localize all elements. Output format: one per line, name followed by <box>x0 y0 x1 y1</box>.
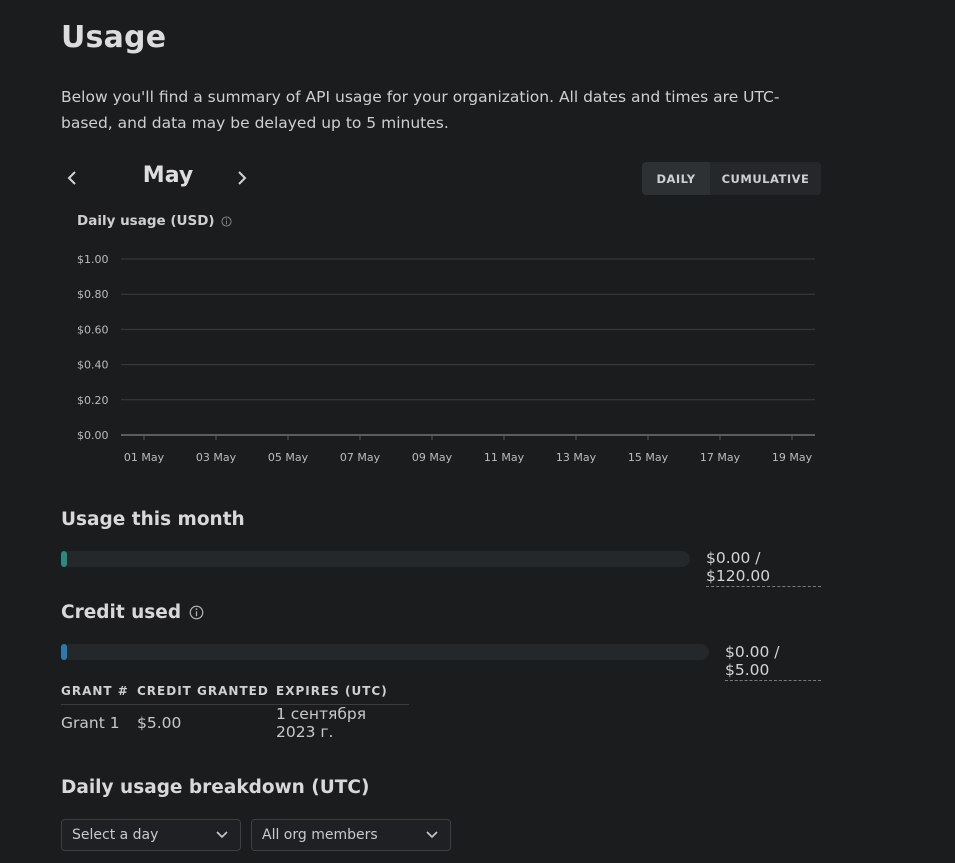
credit-progress-bar <box>61 644 709 660</box>
x-tick-label: 09 May <box>412 451 453 464</box>
daily-usage-chart: $1.00 $0.80 $0.60 $0.40 $0.20 $0.00 01 May 03 M… <box>77 253 815 464</box>
y-tick-label: $0.00 <box>77 429 109 442</box>
member-select-value: All org members <box>262 827 378 843</box>
x-tick-label: 03 May <box>196 451 237 464</box>
chevron-down-icon <box>426 831 438 839</box>
day-select-value: Select a day <box>72 827 159 843</box>
y-tick-label: $0.20 <box>77 394 109 407</box>
column-header-credit-granted: CREDIT GRANTED <box>137 678 276 705</box>
y-tick-label: $0.40 <box>77 359 109 372</box>
chevron-left-icon <box>67 171 76 185</box>
table-header-row: GRANT # CREDIT GRANTED EXPIRES (UTC) <box>61 678 409 705</box>
month-label: May <box>142 163 194 188</box>
credit-used-title-text: Credit used <box>61 602 182 623</box>
column-header-expires: EXPIRES (UTC) <box>276 678 409 705</box>
chevron-right-icon <box>238 171 247 185</box>
next-month-button[interactable] <box>230 164 254 192</box>
prev-month-button[interactable] <box>60 164 84 192</box>
x-tick-label: 15 May <box>628 451 669 464</box>
credit-used-value: $0.00 / $5.00 <box>725 643 821 681</box>
expires-cell: 1 сентября 2023 г. <box>276 705 367 742</box>
table-row: Grant 1 $5.00 1 сентября 2023 г. <box>61 704 409 742</box>
breakdown-title: Daily usage breakdown (UTC) <box>61 777 370 798</box>
x-tick-label: 17 May <box>700 451 741 464</box>
y-tick-label: $0.80 <box>77 288 109 301</box>
x-tick-label: 05 May <box>268 451 309 464</box>
y-tick-label: $0.60 <box>77 323 109 336</box>
x-tick-label: 11 May <box>484 451 525 464</box>
credit-grants-table: GRANT # CREDIT GRANTED EXPIRES (UTC) Gra… <box>61 678 409 742</box>
chart-title-text: Daily usage (USD) <box>77 213 215 229</box>
x-tick-label: 13 May <box>556 451 597 464</box>
info-icon[interactable] <box>221 215 232 227</box>
usage-month-progress-bar <box>61 551 690 567</box>
page-title: Usage <box>61 20 167 55</box>
daily-toggle-button[interactable]: DAILY <box>642 162 710 195</box>
day-select[interactable]: Select a day <box>61 819 241 851</box>
info-icon[interactable] <box>189 605 204 620</box>
grant-number-cell: Grant 1 <box>61 714 120 733</box>
usage-month-progress-fill <box>61 551 67 567</box>
page-description: Below you'll find a summary of API usage… <box>61 88 780 132</box>
x-tick-label: 01 May <box>124 451 165 464</box>
credit-progress-fill <box>61 644 67 660</box>
cumulative-toggle-button[interactable]: CUMULATIVE <box>710 162 821 195</box>
chart-title: Daily usage (USD) <box>77 213 232 229</box>
y-tick-label: $1.00 <box>77 253 109 266</box>
month-navigator: May <box>61 160 261 196</box>
usage-month-value: $0.00 / $120.00 <box>706 549 821 587</box>
credit-granted-cell: $5.00 <box>137 714 182 733</box>
chevron-down-icon <box>216 831 228 839</box>
view-toggle: DAILY CUMULATIVE <box>642 162 821 195</box>
x-tick-label: 19 May <box>772 451 813 464</box>
column-header-grant: GRANT # <box>61 678 137 705</box>
usage-month-title: Usage this month <box>61 509 245 530</box>
x-tick-label: 07 May <box>340 451 381 464</box>
credit-used-title: Credit used <box>61 602 204 623</box>
member-select[interactable]: All org members <box>251 819 451 851</box>
